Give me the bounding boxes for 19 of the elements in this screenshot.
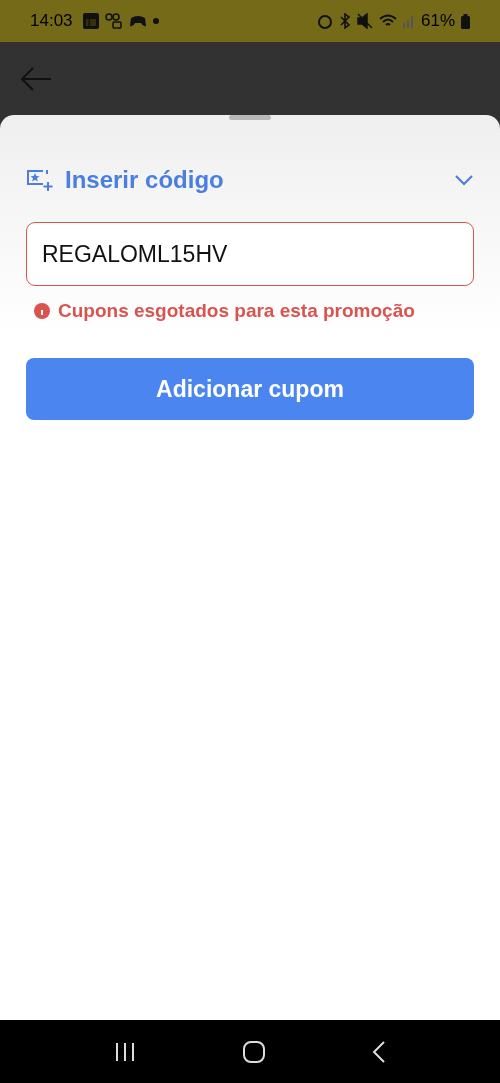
- back-icon[interactable]: [372, 1039, 387, 1064]
- star-ticket-plus-icon: [26, 168, 53, 192]
- dot-icon: [152, 18, 159, 24]
- add-coupon-button[interactable]: Adicionar cupom: [26, 358, 474, 420]
- gamepad-icon: [128, 14, 147, 28]
- bluetooth-icon: [338, 13, 351, 29]
- status-time: 14:03: [30, 11, 73, 31]
- error-icon: [34, 303, 50, 319]
- battery-percent: 61%: [420, 11, 455, 31]
- chevron-down-icon[interactable]: [454, 174, 474, 186]
- mute-icon: [356, 13, 373, 29]
- coupon-code-field[interactable]: REGALOML15HV: [26, 222, 474, 286]
- drag-handle[interactable]: [229, 115, 271, 120]
- section-title: Inserir código: [65, 166, 225, 194]
- signal-icon: [402, 14, 415, 28]
- home-icon[interactable]: [243, 1040, 265, 1063]
- error-message: Cupons esgotados para esta promoção: [58, 300, 415, 322]
- recent-apps-icon[interactable]: [113, 1041, 136, 1062]
- battery-icon: [461, 13, 470, 29]
